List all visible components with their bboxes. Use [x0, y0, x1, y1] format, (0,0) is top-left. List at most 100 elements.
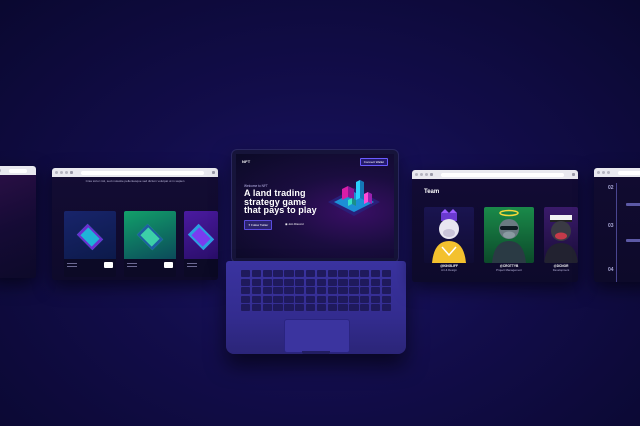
nft-card[interactable] [184, 211, 218, 277]
address-bar[interactable] [441, 172, 564, 177]
keyboard-key[interactable] [273, 270, 283, 277]
keyboard-key[interactable] [360, 295, 370, 303]
address-bar[interactable] [9, 168, 27, 173]
roadmap-timeline [616, 183, 617, 282]
team-heading: Team [424, 189, 440, 195]
back-icon[interactable] [70, 171, 73, 174]
keyboard-key[interactable] [360, 278, 370, 286]
keyboard-key[interactable] [327, 270, 337, 277]
keyboard-key[interactable] [305, 270, 316, 277]
keyboard-key[interactable] [381, 295, 391, 303]
keyboard-key[interactable] [251, 278, 262, 286]
nft-card[interactable] [64, 211, 116, 277]
keyboard-key[interactable] [316, 304, 327, 311]
keyboard-key[interactable] [327, 295, 337, 303]
keyboard-key[interactable] [284, 295, 294, 303]
keyboard-key[interactable] [381, 304, 391, 311]
back-icon[interactable] [430, 173, 433, 176]
keyboard-key[interactable] [273, 304, 283, 311]
keyboard-key[interactable] [241, 278, 251, 286]
keyboard-key[interactable] [360, 270, 370, 277]
keyboard-key[interactable] [305, 304, 316, 311]
keyboard-key[interactable] [370, 278, 381, 286]
keyboard-key[interactable] [381, 287, 391, 294]
keyboard-key[interactable] [262, 287, 272, 294]
keyboard-key[interactable] [370, 304, 381, 311]
keyboard-key[interactable] [262, 278, 272, 286]
keyboard-key[interactable] [262, 270, 272, 277]
ape-king-avatar [424, 207, 474, 263]
keyboard [241, 270, 391, 315]
address-bar[interactable] [618, 170, 640, 175]
address-bar[interactable] [81, 170, 204, 175]
keyboard-key[interactable] [284, 304, 294, 311]
site-logo[interactable]: NFT [242, 159, 250, 164]
keyboard-key[interactable] [338, 287, 348, 294]
keyboard-key[interactable] [241, 270, 251, 277]
keyboard-key[interactable] [349, 287, 359, 294]
menu-icon[interactable] [572, 173, 575, 176]
keyboard-key[interactable] [251, 270, 262, 277]
menu-icon[interactable] [212, 171, 215, 174]
keyboard-key[interactable] [338, 270, 348, 277]
keyboard-key[interactable] [295, 304, 305, 311]
keyboard-key[interactable] [262, 304, 272, 311]
keyboard-key[interactable] [295, 270, 305, 277]
keyboard-key[interactable] [349, 278, 359, 286]
keyboard-key[interactable] [370, 287, 381, 294]
keyboard-key[interactable] [370, 295, 381, 303]
keyboard-key[interactable] [349, 270, 359, 277]
join-discord-label: Join Discord [288, 222, 304, 226]
browser-chrome [0, 166, 36, 175]
keyboard-key[interactable] [273, 287, 283, 294]
keyboard-key[interactable] [241, 295, 251, 303]
keyboard-key[interactable] [316, 295, 327, 303]
keyboard-key[interactable] [305, 278, 316, 286]
keyboard-key[interactable] [316, 270, 327, 277]
keyboard-key[interactable] [305, 287, 316, 294]
follow-twitter-button[interactable]: ✦ Follow Twitter [244, 220, 273, 230]
keyboard-key[interactable] [349, 295, 359, 303]
ape-angel-avatar [484, 207, 534, 263]
keyboard-key[interactable] [381, 278, 391, 286]
price-badge [104, 262, 113, 268]
keyboard-key[interactable] [262, 295, 272, 303]
team-window: Team @KINGLIFF Art & Design @CROTTYB Pro… [412, 170, 578, 282]
keyboard-key[interactable] [316, 278, 327, 286]
nft-card[interactable] [124, 211, 176, 277]
keyboard-key[interactable] [349, 304, 359, 311]
connect-wallet-button[interactable]: Connect Wallet [359, 158, 388, 166]
keyboard-key[interactable] [251, 287, 262, 294]
keyboard-key[interactable] [360, 287, 370, 294]
keyboard-key[interactable] [273, 295, 283, 303]
keyboard-key[interactable] [338, 295, 348, 303]
keyboard-key[interactable] [305, 295, 316, 303]
keyboard-key[interactable] [316, 287, 327, 294]
keyboard-key[interactable] [338, 278, 348, 286]
keyboard-key[interactable] [295, 295, 305, 303]
keyboard-key[interactable] [370, 270, 381, 277]
keyboard-key[interactable] [251, 304, 262, 311]
keyboard-key[interactable] [338, 304, 348, 311]
trackpad[interactable] [284, 319, 350, 353]
keyboard-key[interactable] [251, 295, 262, 303]
keyboard-key[interactable] [327, 304, 337, 311]
keyboard-key[interactable] [284, 270, 294, 277]
keyboard-key[interactable] [241, 304, 251, 311]
keyboard-key[interactable] [284, 287, 294, 294]
keyboard-key[interactable] [284, 278, 294, 286]
keyboard-key[interactable] [327, 278, 337, 286]
team-member-card[interactable]: @KINGLIFF Art & Design [424, 207, 474, 273]
team-member-card[interactable]: @DCNOR Development [544, 207, 578, 273]
keyboard-key[interactable] [295, 287, 305, 294]
keyboard-key[interactable] [241, 287, 251, 294]
keyboard-key[interactable] [360, 304, 370, 311]
keyboard-key[interactable] [327, 287, 337, 294]
team-member-card[interactable]: @CROTTYB Project Management [484, 207, 534, 273]
member-role: Development [552, 268, 570, 272]
isometric-city-image [124, 211, 176, 259]
keyboard-key[interactable] [273, 278, 283, 286]
keyboard-key[interactable] [295, 278, 305, 286]
keyboard-key[interactable] [381, 270, 391, 277]
join-discord-button[interactable]: ◉ Join Discord [282, 220, 307, 228]
